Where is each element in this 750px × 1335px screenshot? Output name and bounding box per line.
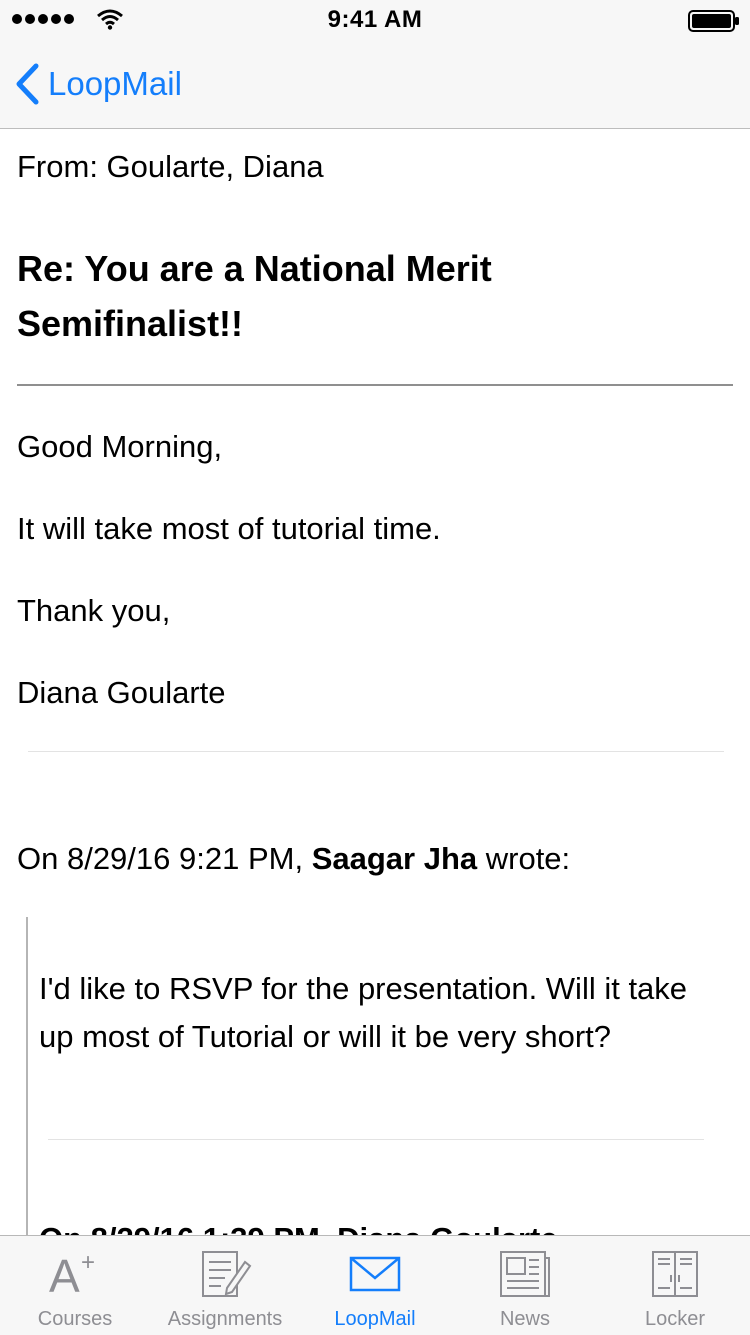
tab-news-label: News — [499, 1308, 550, 1330]
tab-loopmail[interactable]: LoopMail — [300, 1236, 450, 1335]
quote-bar — [26, 917, 28, 1235]
next-quote-attribution: On 8/29/16 1:39 PM, Diana Goularte — [39, 1221, 558, 1235]
back-button-label: LoopMail — [48, 65, 182, 102]
tab-bar: A + Courses Assignments LoopMail News Lo… — [0, 1235, 750, 1335]
body-closing: Thank you, — [17, 593, 171, 628]
body-signature: Diana Goularte — [17, 675, 226, 710]
body-greeting: Good Morning, — [17, 429, 223, 464]
navigation-bar: LoopMail — [0, 40, 750, 129]
status-time: 9:41 AM — [327, 6, 423, 33]
attribution-suffix: wrote: — [477, 841, 571, 876]
assignments-icon — [202, 1251, 252, 1297]
tab-news[interactable]: News — [450, 1236, 600, 1335]
tab-locker[interactable]: Locker — [600, 1236, 750, 1335]
email-subject: Re: You are a National Merit Semifinalis… — [17, 248, 492, 344]
quoted-message: I'd like to RSVP for the presentation. W… — [39, 971, 688, 1054]
tab-assignments[interactable]: Assignments — [150, 1236, 300, 1335]
tab-locker-label: Locker — [644, 1308, 706, 1330]
attribution-prefix: On 8/29/16 9:21 PM, — [17, 841, 312, 876]
tab-courses-label: Courses — [37, 1308, 113, 1330]
chevron-left-icon — [16, 63, 39, 105]
mail-icon — [349, 1256, 401, 1292]
tab-courses[interactable]: A + Courses — [0, 1236, 150, 1335]
courses-icon: A + — [49, 1249, 95, 1300]
tab-loopmail-label: LoopMail — [334, 1308, 416, 1330]
news-icon — [500, 1251, 550, 1297]
quote-attribution: On 8/29/16 9:21 PM, Saagar Jha wrote: — [17, 841, 570, 877]
locker-icon — [652, 1251, 698, 1297]
battery-icon — [688, 10, 739, 32]
svg-text:A: A — [49, 1250, 80, 1300]
signature-divider — [28, 751, 724, 752]
back-button[interactable]: LoopMail — [14, 62, 182, 106]
status-bar: 9:41 AM — [0, 0, 750, 40]
email-content[interactable]: From: Goularte, Diana Re: You are a Nati… — [0, 129, 750, 1235]
tab-assignments-label: Assignments — [167, 1308, 283, 1330]
quote-divider — [48, 1139, 704, 1140]
subject-divider — [17, 384, 733, 386]
attribution-author: Saagar Jha — [311, 841, 478, 876]
email-sender: From: Goularte, Diana — [17, 149, 324, 184]
svg-text:+: + — [81, 1249, 95, 1276]
body-message: It will take most of tutorial time. — [17, 511, 441, 546]
